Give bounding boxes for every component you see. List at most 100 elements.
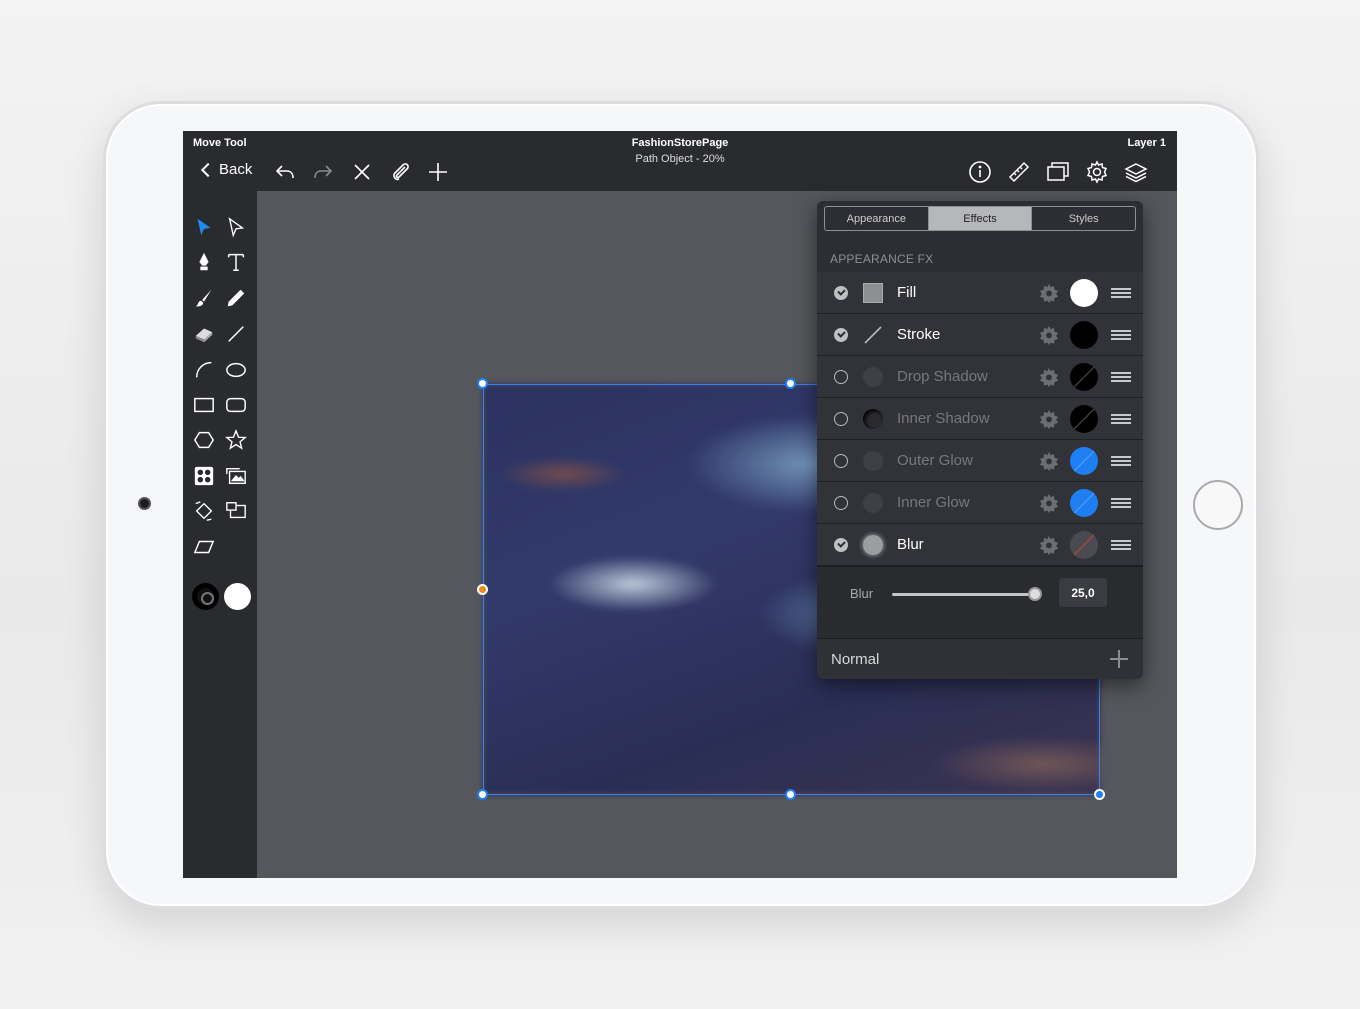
blur-slider-thumb[interactable] <box>1028 587 1042 601</box>
drag-handle-icon[interactable] <box>1111 539 1131 550</box>
document-title: FashionStorePage <box>631 137 729 149</box>
gear-icon[interactable] <box>1039 451 1059 471</box>
gear-icon[interactable] <box>1039 493 1059 513</box>
picture-frame-tool-icon[interactable] <box>223 463 249 489</box>
blur-value-field[interactable]: 25,0 <box>1059 578 1107 607</box>
ruler-icon[interactable] <box>1006 159 1032 185</box>
drag-handle-icon[interactable] <box>1111 455 1131 466</box>
tools-sidebar <box>183 191 257 878</box>
camera-icon <box>138 497 151 510</box>
gear-icon[interactable] <box>1039 325 1059 345</box>
rectangle-tool-icon[interactable] <box>191 392 217 418</box>
fill-preview-icon <box>863 282 883 303</box>
inner-shadow-preview-icon <box>863 408 883 429</box>
polygon-tool-icon[interactable] <box>191 427 217 453</box>
effect-row-inner-glow[interactable]: Inner Glow <box>817 482 1143 524</box>
gear-icon[interactable] <box>1039 409 1059 429</box>
arc-tool-icon[interactable] <box>191 357 217 383</box>
shadow-preview-icon <box>863 366 883 387</box>
handle-bottom-left[interactable] <box>477 789 488 800</box>
effect-row-inner-shadow[interactable]: Inner Shadow <box>817 398 1143 440</box>
blur-slider-track[interactable] <box>892 593 1036 596</box>
gear-icon[interactable] <box>1039 367 1059 387</box>
blend-mode-bar[interactable]: Normal <box>817 638 1143 679</box>
effect-color-swatch[interactable] <box>1070 320 1098 349</box>
pencil-tool-icon[interactable] <box>223 285 249 311</box>
effect-row-drop-shadow[interactable]: Drop Shadow <box>817 356 1143 398</box>
effect-color-swatch[interactable] <box>1070 278 1098 307</box>
effect-row-stroke[interactable]: Stroke <box>817 314 1143 356</box>
plus-icon[interactable] <box>425 159 451 185</box>
popover-tabs: Appearance Effects Styles <box>824 206 1136 231</box>
close-icon[interactable] <box>349 159 375 185</box>
transform-tool-icon[interactable] <box>191 498 217 524</box>
effect-row-outer-glow[interactable]: Outer Glow <box>817 440 1143 482</box>
effect-color-swatch[interactable] <box>1070 488 1098 517</box>
gear-icon[interactable] <box>1039 535 1059 555</box>
star-tool-icon[interactable] <box>223 427 249 453</box>
drag-handle-icon[interactable] <box>1111 287 1131 298</box>
effect-name: Drop Shadow <box>897 368 988 385</box>
effect-row-fill[interactable]: Fill <box>817 272 1143 314</box>
blur-slider-label: Blur <box>850 586 874 601</box>
check-icon[interactable] <box>834 327 848 342</box>
check-icon[interactable] <box>834 369 848 384</box>
paperclip-icon[interactable] <box>388 159 414 185</box>
layers-icon[interactable] <box>1123 159 1149 185</box>
drag-handle-icon[interactable] <box>1111 371 1131 382</box>
eraser-tool-icon[interactable] <box>191 321 217 347</box>
drag-handle-icon[interactable] <box>1111 329 1131 340</box>
check-icon[interactable] <box>834 537 848 552</box>
pen-tool-icon[interactable] <box>191 249 217 275</box>
gear-icon[interactable] <box>1084 159 1110 185</box>
redo-icon[interactable] <box>310 159 336 185</box>
app-screen: Move Tool FashionStorePage Path Object -… <box>183 131 1177 878</box>
artboard-icon[interactable] <box>1045 159 1071 185</box>
effect-color-swatch[interactable] <box>1070 362 1098 391</box>
check-icon[interactable] <box>834 495 848 510</box>
drag-handle-icon[interactable] <box>1111 413 1131 424</box>
drag-handle-icon[interactable] <box>1111 497 1131 508</box>
effect-color-swatch[interactable] <box>1070 530 1098 559</box>
undo-icon[interactable] <box>272 159 298 185</box>
effects-popover: Appearance Effects Styles APPEARANCE FX … <box>817 201 1143 679</box>
effect-name: Stroke <box>897 326 941 343</box>
tab-appearance[interactable]: Appearance <box>825 207 929 230</box>
ellipse-tool-icon[interactable] <box>223 357 249 383</box>
section-label: APPEARANCE FX <box>830 252 934 266</box>
handle-top-center[interactable] <box>785 378 796 389</box>
home-button[interactable] <box>1193 480 1243 530</box>
artboard-tool-icon[interactable] <box>223 498 249 524</box>
gear-icon[interactable] <box>1039 283 1059 303</box>
tab-styles[interactable]: Styles <box>1032 207 1135 230</box>
handle-middle-left[interactable] <box>477 584 488 595</box>
stroke-color-swatch[interactable] <box>192 583 219 610</box>
effect-name: Inner Glow <box>897 494 970 511</box>
handle-bottom-center[interactable] <box>785 789 796 800</box>
effect-name: Outer Glow <box>897 452 973 469</box>
tab-effects[interactable]: Effects <box>928 207 1033 230</box>
fill-color-swatch[interactable] <box>224 583 251 610</box>
back-button[interactable]: Back <box>200 161 252 178</box>
text-tool-icon[interactable] <box>223 249 249 275</box>
brush-tool-icon[interactable] <box>191 285 217 311</box>
handle-bottom-right[interactable] <box>1094 789 1105 800</box>
skew-tool-icon[interactable] <box>191 534 217 560</box>
effect-name: Fill <box>897 284 917 301</box>
effect-color-swatch[interactable] <box>1070 404 1098 433</box>
effect-row-blur[interactable]: Blur <box>817 524 1143 566</box>
check-icon[interactable] <box>834 453 848 468</box>
image-tool-icon[interactable] <box>191 463 217 489</box>
check-icon[interactable] <box>834 411 848 426</box>
blur-settings-panel: Blur 25,0 <box>817 566 1143 638</box>
add-effect-plus-icon[interactable] <box>1110 650 1128 668</box>
blend-mode-label[interactable]: Normal <box>831 651 879 668</box>
check-icon[interactable] <box>834 285 848 300</box>
line-tool-icon[interactable] <box>223 321 249 347</box>
handle-top-left[interactable] <box>477 378 488 389</box>
effect-color-swatch[interactable] <box>1070 446 1098 475</box>
direct-select-tool-icon[interactable] <box>223 214 249 240</box>
info-icon[interactable] <box>967 159 993 185</box>
rounded-rectangle-tool-icon[interactable] <box>223 392 249 418</box>
select-tool-icon[interactable] <box>191 214 217 240</box>
